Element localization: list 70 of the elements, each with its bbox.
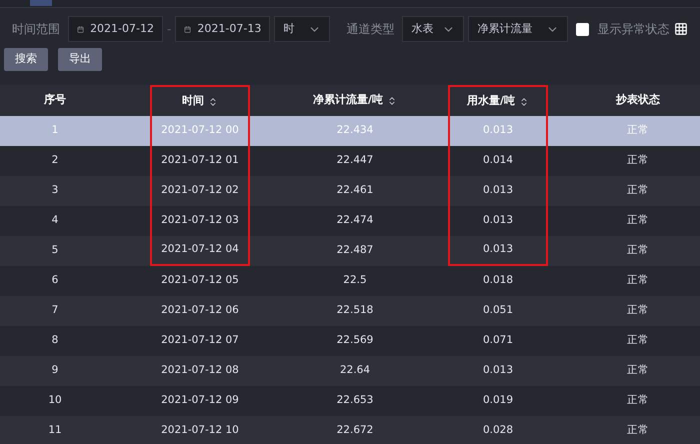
table-cell-text: 正常 bbox=[627, 153, 649, 168]
table-cell-text: 0.019 bbox=[482, 393, 514, 408]
table-cell-text: 正常 bbox=[627, 333, 649, 348]
table-cell-text: 1 bbox=[52, 123, 58, 138]
filter-label: 时间范围 bbox=[12, 21, 60, 38]
table-cell-text: 正常 bbox=[627, 213, 649, 228]
table-cell-text: 0.028 bbox=[482, 423, 514, 438]
table-cell-text: 22.434 bbox=[336, 123, 374, 138]
metric-select[interactable]: 净累计流量 bbox=[468, 16, 568, 42]
range-separator: - bbox=[167, 21, 172, 38]
tab-indicator bbox=[30, 0, 52, 6]
table-cell-text: 正常 bbox=[627, 123, 649, 138]
filter-label: 通道类型 bbox=[346, 21, 394, 38]
table-cell-text: 2021-07-12 10 bbox=[160, 423, 240, 438]
action-button[interactable]: 搜索 bbox=[4, 48, 48, 71]
table-cell-text: 正常 bbox=[627, 363, 649, 378]
checkbox-label: 显示异常状态 bbox=[597, 21, 670, 38]
table-cell-text: 正常 bbox=[627, 243, 649, 258]
granularity-select[interactable]: 时 bbox=[274, 16, 330, 42]
table-cell-text: 2021-07-12 06 bbox=[160, 303, 240, 318]
table-cell-text: 22.518 bbox=[336, 303, 374, 318]
date-field[interactable]: 2021-07-13 bbox=[175, 16, 270, 42]
table-cell-text: 22.5 bbox=[343, 273, 367, 288]
table-cell-text: 22.653 bbox=[336, 393, 374, 408]
table-cell-text: 5 bbox=[52, 243, 58, 258]
sort-icon[interactable] bbox=[208, 96, 218, 106]
sort-icon[interactable] bbox=[387, 96, 398, 106]
table-cell-text: 正常 bbox=[627, 423, 649, 438]
table-cell-text: 22.487 bbox=[336, 243, 374, 258]
table-cell-text: 0.051 bbox=[482, 303, 514, 318]
table-row[interactable]: 7 2021-07-12 06 22.518 0.051 正常 bbox=[0, 296, 700, 326]
channel-type-select[interactable]: 水表 bbox=[402, 16, 464, 42]
column-header: 抄表状态 bbox=[616, 92, 660, 108]
table-cell-text: 22.461 bbox=[336, 183, 374, 198]
table-cell-text: 6 bbox=[52, 273, 58, 288]
grid-icon[interactable] bbox=[674, 22, 688, 36]
table-row[interactable]: 11 2021-07-12 10 22.672 0.028 正常 bbox=[0, 416, 700, 444]
table-cell-text: 2021-07-12 07 bbox=[160, 333, 240, 348]
table-cell-text: 2 bbox=[52, 153, 58, 168]
table-cell-text: 3 bbox=[52, 183, 58, 198]
table-cell-text: 正常 bbox=[627, 393, 649, 408]
table-cell-text: 2021-07-12 08 bbox=[160, 363, 240, 378]
table-cell-text: 0.071 bbox=[482, 333, 514, 348]
table-cell-text: 22.672 bbox=[336, 423, 374, 438]
table-cell-text: 8 bbox=[52, 333, 58, 348]
table-cell-text: 22.474 bbox=[336, 213, 374, 228]
table-cell-text: 11 bbox=[48, 423, 62, 438]
table-cell-text: 2021-07-12 05 bbox=[160, 273, 240, 288]
table-cell-text: 0.018 bbox=[482, 273, 514, 288]
table-cell-text: 22.569 bbox=[336, 333, 374, 348]
table-row[interactable]: 9 2021-07-12 08 22.64 0.013 正常 bbox=[0, 356, 700, 386]
table-cell-text: 9 bbox=[52, 363, 58, 378]
column-header: 序号 bbox=[44, 92, 66, 108]
table-row[interactable]: 3 2021-07-12 02 22.461 0.013 正常 bbox=[0, 176, 700, 206]
action-button[interactable]: 导出 bbox=[58, 48, 102, 71]
sort-icon[interactable] bbox=[519, 96, 530, 106]
table-cell-text: 4 bbox=[52, 213, 58, 228]
table-cell-text: 22.447 bbox=[336, 153, 374, 168]
table-cell-text: 2021-07-12 09 bbox=[160, 393, 240, 408]
column-header[interactable]: 净累计流量/吨 bbox=[312, 85, 398, 116]
table-cell-text: 22.64 bbox=[340, 363, 370, 378]
table-cell-text: 正常 bbox=[627, 303, 649, 318]
table-cell-text: 10 bbox=[48, 393, 62, 408]
table-cell-text: 7 bbox=[52, 303, 58, 318]
table-row[interactable]: 5 2021-07-12 04 22.487 0.013 正常 bbox=[0, 236, 700, 266]
checkbox[interactable] bbox=[576, 22, 590, 36]
date-field[interactable]: 2021-07-12 bbox=[68, 16, 163, 42]
table-cell-text: 0.013 bbox=[482, 363, 514, 378]
table-cell-text: 正常 bbox=[627, 183, 649, 198]
table-cell-text: 正常 bbox=[627, 273, 649, 288]
